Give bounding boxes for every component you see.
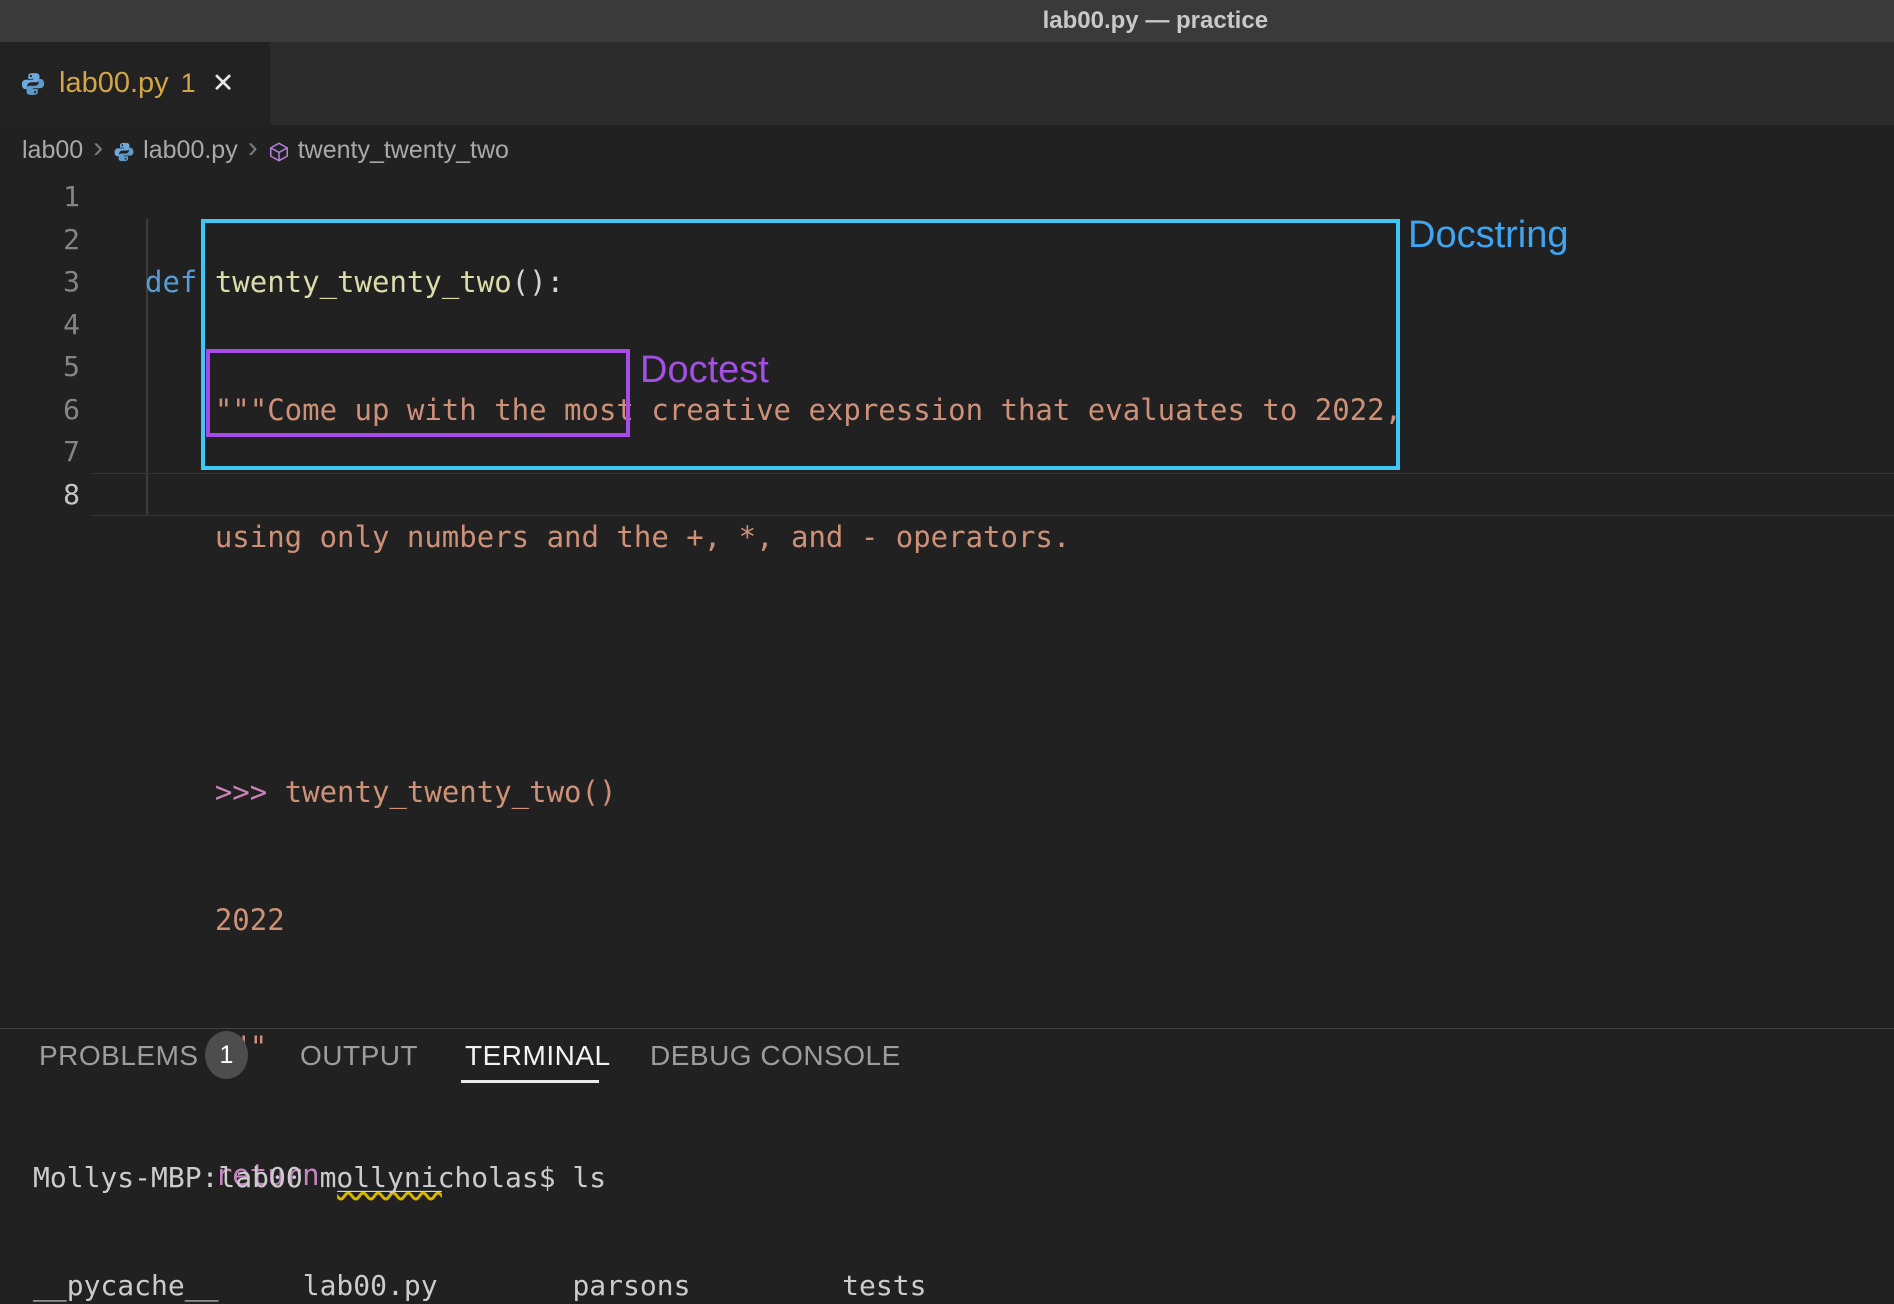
chevron-right-icon: › (248, 131, 258, 165)
editor-tab-lab00[interactable]: lab00.py 1 ✕ (0, 42, 270, 125)
tab-filename: lab00.py (59, 67, 169, 100)
line-number: 1 (0, 176, 80, 219)
terminal-line: __pycache__ lab00.py parsons tests (33, 1268, 943, 1304)
breadcrumb-item-lab00py[interactable]: lab00.py (143, 136, 238, 165)
code-line[interactable]: using only numbers and the +, *, and - o… (145, 516, 1402, 559)
line-number: 5 (0, 346, 80, 389)
doctest-annotation-box (206, 349, 630, 437)
terminal-line: Mollys-MBP:lab00 mollynicholas$ ls (33, 1160, 943, 1196)
chevron-right-icon: › (93, 131, 103, 165)
code-line[interactable] (145, 644, 1402, 687)
line-number: 6 (0, 389, 80, 432)
docstring-text: using only numbers and the +, *, and - o… (145, 520, 1070, 554)
window-title: lab00.py — practice (1043, 7, 1268, 35)
python-file-icon (113, 141, 135, 163)
vscode-window: lab00.py — practice lab00.py 1 ✕ lab00 ›… (0, 0, 1894, 1304)
tab-problem-count-badge: 1 (181, 68, 196, 99)
line-number-active: 8 (0, 474, 80, 517)
docstring-annotation-label: Docstring (1408, 214, 1569, 257)
doctest-expected-output: 2022 (145, 903, 285, 937)
editor-gutter: 1 2 3 4 5 6 7 8 (0, 176, 80, 516)
doctest-annotation-label: Doctest (640, 349, 769, 392)
code-line[interactable]: 2022 (145, 899, 1402, 942)
problems-count-badge: 1 (205, 1031, 248, 1079)
breadcrumb-item-lab00[interactable]: lab00 (22, 136, 83, 165)
breadcrumb: lab00 › lab00.py › twenty_twenty_two (0, 125, 1894, 175)
line-number: 2 (0, 219, 80, 262)
doctest-call: twenty_twenty_two() (267, 775, 616, 809)
editor-tabstrip: lab00.py 1 ✕ (0, 42, 1894, 125)
tab-close-icon[interactable]: ✕ (212, 70, 235, 97)
panel-tab-output[interactable]: OUTPUT (300, 1028, 418, 1084)
symbol-cube-icon (268, 141, 290, 163)
line-number: 3 (0, 261, 80, 304)
active-panel-tab-underline (461, 1080, 599, 1083)
window-titlebar: lab00.py — practice (0, 0, 1894, 42)
line-number: 4 (0, 304, 80, 347)
panel-tab-terminal[interactable]: TERMINAL (465, 1028, 611, 1084)
doctest-prompt: >>> (145, 775, 267, 809)
panel-divider (0, 1028, 1894, 1029)
panel-tab-debug-console[interactable]: DEBUG CONSOLE (650, 1028, 901, 1084)
line-number: 7 (0, 431, 80, 474)
breadcrumb-item-symbol[interactable]: twenty_twenty_two (298, 136, 509, 165)
code-line[interactable]: >>> twenty_twenty_two() (145, 771, 1402, 814)
panel-tab-problems[interactable]: PROBLEMS (39, 1028, 199, 1084)
terminal-output[interactable]: Mollys-MBP:lab00 mollynicholas$ ls __pyc… (33, 1088, 943, 1304)
python-file-icon (20, 71, 46, 97)
